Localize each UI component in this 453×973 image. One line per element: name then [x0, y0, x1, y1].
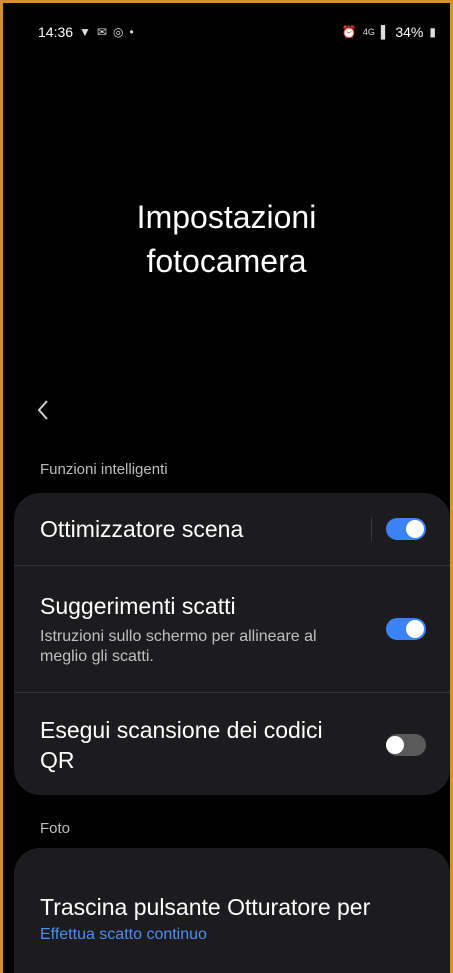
alarm-icon: ⏰	[341, 25, 357, 39]
toggle-knob	[406, 520, 424, 538]
setting-title: Esegui scansione dei codici QR	[40, 716, 323, 773]
status-right: ⏰ 4G ▌ 34% ▮	[342, 24, 436, 40]
row-divider	[371, 517, 372, 541]
smart-features-card: Ottimizzatore scena Suggerimenti scatti …	[14, 493, 450, 795]
setting-row-shot-suggestions[interactable]: Suggerimenti scatti Istruzioni sullo sch…	[14, 565, 450, 692]
photo-card: Trascina pulsante Otturatore per Effettu…	[14, 848, 450, 973]
back-button[interactable]	[33, 395, 63, 425]
chevron-left-icon	[37, 400, 48, 420]
setting-row-scene-optimizer[interactable]: Ottimizzatore scena	[14, 493, 450, 565]
setting-subtitle: Istruzioni sullo schermo per allineare a…	[40, 628, 317, 665]
mail-icon: ✉	[96, 25, 107, 39]
toggle-knob	[406, 620, 424, 638]
page-title-line2: fotocamera	[146, 243, 307, 279]
shot-suggestions-toggle[interactable]	[386, 618, 426, 640]
status-time: 14:36	[38, 24, 74, 40]
section-label-smart: Funzioni intelligenti	[40, 461, 168, 478]
battery-percent: 34%	[395, 24, 424, 40]
status-left: 14:36 ▼ ✉ ◎ •	[38, 24, 134, 40]
battery-icon: ▮	[429, 25, 436, 39]
status-bar: 14:36 ▼ ✉ ◎ • ⏰ 4G ▌ 34% ▮	[3, 3, 450, 61]
section-label-photo: Foto	[40, 820, 71, 837]
setting-row-qr-scan[interactable]: Esegui scansione dei codici QR	[14, 692, 450, 796]
location-icon: ▼	[79, 25, 91, 39]
page-title: Impostazioni fotocamera	[3, 195, 450, 283]
target-icon: ◎	[113, 25, 124, 39]
page-title-line1: Impostazioni	[136, 199, 317, 235]
toggle-knob	[386, 735, 404, 754]
signal-icon: ▌	[380, 25, 390, 39]
phone-screen: 14:36 ▼ ✉ ◎ • ⏰ 4G ▌ 34% ▮ Impostazioni …	[3, 3, 450, 973]
setting-title: Trascina pulsante Otturatore per	[40, 894, 371, 920]
setting-value: Effettua scatto continuo	[40, 926, 207, 943]
scene-optimizer-toggle[interactable]	[386, 518, 426, 540]
dot-icon: •	[129, 25, 134, 39]
setting-title: Suggerimenti scatti	[40, 593, 236, 619]
setting-row-shutter-drag[interactable]: Trascina pulsante Otturatore per Effettu…	[14, 848, 450, 973]
4g-icon: 4G	[362, 27, 375, 37]
qr-scan-toggle[interactable]	[386, 733, 426, 756]
setting-title: Ottimizzatore scena	[40, 516, 244, 542]
